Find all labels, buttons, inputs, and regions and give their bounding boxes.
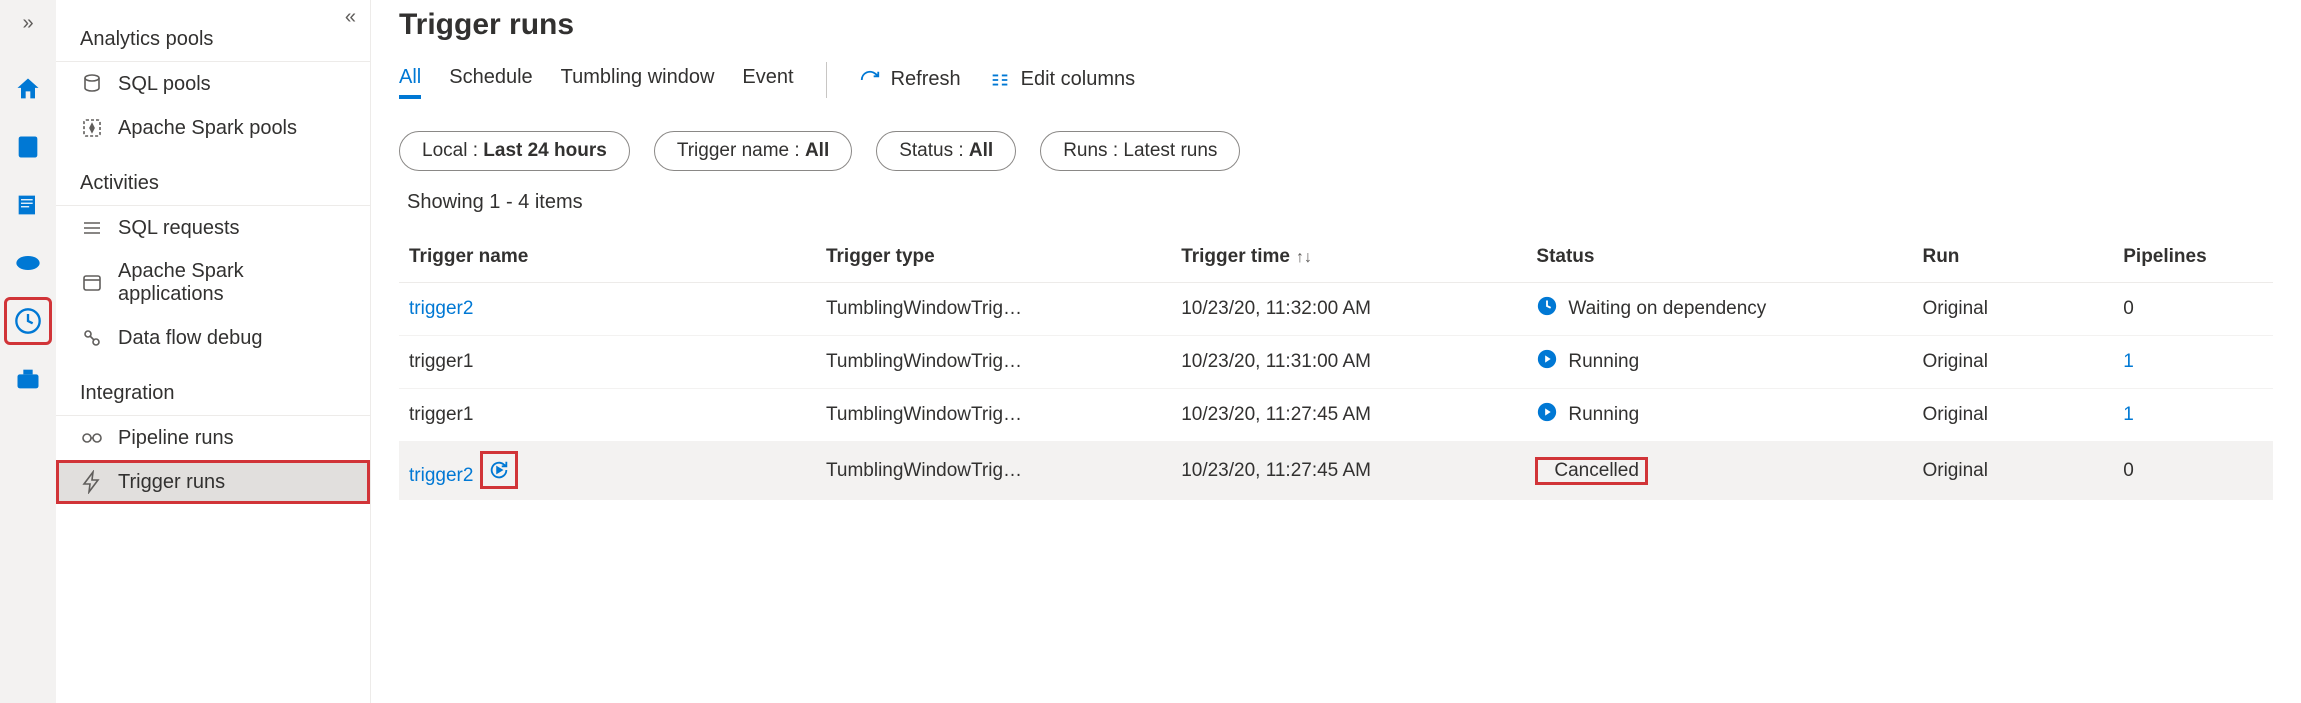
rail-integrate-icon[interactable] (10, 245, 46, 281)
nav-item-label: Apache Spark pools (118, 117, 297, 140)
filter-trigger-name[interactable]: Trigger name : All (654, 131, 852, 171)
nav-item-trigger-runs[interactable]: Trigger runs (56, 460, 370, 504)
tab-bar: All Schedule Tumbling window Event Refre… (399, 60, 2273, 107)
trigger-type-cell: TumblingWindowTrig… (816, 283, 1171, 336)
trigger-name-text: trigger1 (409, 404, 473, 425)
main-panel: Trigger runs All Schedule Tumbling windo… (371, 0, 2301, 703)
nav-item-spark-applications[interactable]: Apache Spark applications (56, 250, 370, 316)
separator (826, 62, 827, 98)
nav-item-label: Trigger runs (118, 471, 225, 494)
trigger-time-cell: 10/23/20, 11:31:00 AM (1171, 336, 1526, 389)
filter-runs[interactable]: Runs : Latest runs (1040, 131, 1240, 171)
nav-section-activities: Activities (56, 150, 370, 199)
run-cell: Original (1912, 389, 2113, 442)
tab-event[interactable]: Event (742, 60, 793, 99)
nav-item-sql-requests[interactable]: SQL requests (56, 206, 370, 250)
col-pipelines[interactable]: Pipelines (2113, 232, 2273, 283)
run-cell: Original (1912, 283, 2113, 336)
status-text: Waiting on dependency (1568, 298, 1766, 320)
pipelines-text: 0 (2123, 298, 2134, 319)
refresh-label: Refresh (891, 68, 961, 91)
edit-columns-label: Edit columns (1021, 68, 1136, 91)
tab-all[interactable]: All (399, 60, 421, 99)
rail-data-icon[interactable] (10, 129, 46, 165)
trigger-type-cell: TumblingWindowTrig… (816, 442, 1171, 500)
rail-home-icon[interactable] (10, 71, 46, 107)
nav-item-pipeline-runs[interactable]: Pipeline runs (56, 416, 370, 460)
nav-item-label: SQL requests (118, 217, 240, 240)
trigger-time-cell: 10/23/20, 11:32:00 AM (1171, 283, 1526, 336)
table-row[interactable]: trigger2 TumblingWindowTrig…10/23/20, 11:… (399, 442, 2273, 500)
tab-tumbling-window[interactable]: Tumbling window (561, 60, 715, 99)
status-text: Running (1568, 351, 1639, 373)
col-trigger-name[interactable]: Trigger name (399, 232, 816, 283)
nav-section-pools: Analytics pools (56, 6, 370, 55)
pipelines-link[interactable]: 1 (2123, 404, 2134, 425)
status-icon (1536, 401, 1558, 429)
filter-time[interactable]: Local : Last 24 hours (399, 131, 630, 171)
edit-columns-button[interactable]: Edit columns (989, 68, 1136, 91)
nav-item-data-flow-debug[interactable]: Data flow debug (56, 316, 370, 360)
rail-monitor-icon[interactable] (10, 303, 46, 339)
filter-status[interactable]: Status : All (876, 131, 1016, 171)
trigger-time-cell: 10/23/20, 11:27:45 AM (1171, 442, 1526, 500)
refresh-button[interactable]: Refresh (859, 68, 961, 91)
nav-item-label: Data flow debug (118, 327, 263, 350)
filter-bar: Local : Last 24 hours Trigger name : All… (399, 131, 2273, 171)
icon-rail: » (0, 0, 56, 703)
col-run[interactable]: Run (1912, 232, 2113, 283)
pipelines-text: 0 (2123, 460, 2134, 481)
rail-manage-icon[interactable] (10, 361, 46, 397)
nav-item-label: Pipeline runs (118, 427, 234, 450)
status-icon (1536, 348, 1558, 376)
trigger-type-cell: TumblingWindowTrig… (816, 336, 1171, 389)
pipelines-link[interactable]: 1 (2123, 351, 2134, 372)
nav-item-sql-pools[interactable]: SQL pools (56, 62, 370, 106)
status-icon (1536, 295, 1558, 323)
rerun-button[interactable] (483, 454, 515, 486)
table-row[interactable]: trigger2 TumblingWindowTrig…10/23/20, 11:… (399, 283, 2273, 336)
status-text: Cancelled (1554, 460, 1639, 482)
trigger-time-cell: 10/23/20, 11:27:45 AM (1171, 389, 1526, 442)
col-trigger-type[interactable]: Trigger type (816, 232, 1171, 283)
run-cell: Original (1912, 336, 2113, 389)
nav-item-spark-pools[interactable]: Apache Spark pools (56, 106, 370, 150)
rail-develop-icon[interactable] (10, 187, 46, 223)
nav-item-label: Apache Spark applications (118, 260, 346, 306)
trigger-name-text: trigger1 (409, 351, 473, 372)
tab-schedule[interactable]: Schedule (449, 60, 532, 99)
page-title: Trigger runs (399, 8, 2273, 42)
col-trigger-time[interactable]: Trigger time↑↓ (1171, 232, 1526, 283)
nav-section-integration: Integration (56, 360, 370, 409)
run-cell: Original (1912, 442, 2113, 500)
sort-icon: ↑↓ (1296, 249, 1312, 267)
trigger-name-link[interactable]: trigger2 (409, 465, 473, 486)
result-count: Showing 1 - 4 items (399, 185, 2273, 232)
runs-table: Trigger name Trigger type Trigger time↑↓… (399, 232, 2273, 500)
table-row[interactable]: trigger1 TumblingWindowTrig…10/23/20, 11:… (399, 336, 2273, 389)
status-text: Running (1568, 404, 1639, 426)
expand-rail-icon[interactable]: » (22, 6, 33, 49)
table-row[interactable]: trigger1 TumblingWindowTrig…10/23/20, 11:… (399, 389, 2273, 442)
status-highlight: Cancelled (1536, 458, 1647, 484)
trigger-name-link[interactable]: trigger2 (409, 298, 473, 319)
col-status[interactable]: Status (1526, 232, 1912, 283)
side-nav: « Analytics pools SQL pools Apache Spark… (56, 0, 371, 703)
trigger-type-cell: TumblingWindowTrig… (816, 389, 1171, 442)
collapse-nav-icon[interactable]: « (345, 6, 356, 29)
nav-item-label: SQL pools (118, 73, 211, 96)
